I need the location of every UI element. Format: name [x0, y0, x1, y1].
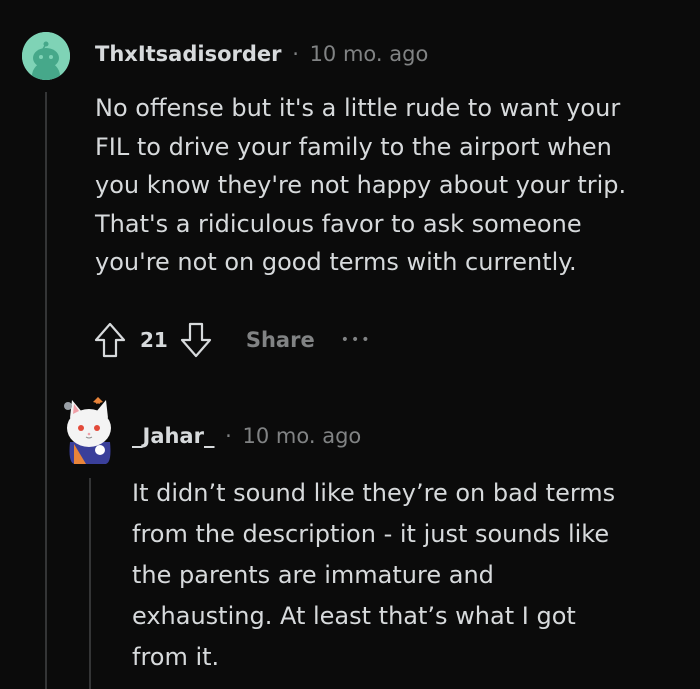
comment-meta: _Jahar_ · 10 mo. ago	[132, 424, 361, 448]
cat-avatar-icon	[64, 397, 111, 464]
comment-body-line: That's a ridiculous favor to ask someone	[95, 209, 582, 238]
username-link[interactable]: _Jahar_	[132, 424, 214, 448]
vote-score: 21	[140, 328, 168, 352]
meta-separator: ·	[225, 424, 232, 448]
comment-body: No offense but it's a little rude to wan…	[95, 89, 685, 282]
thread-line-level-1[interactable]	[45, 92, 47, 689]
snoo-avatar-icon	[22, 32, 70, 80]
comment-body-line: No offense but it's a little rude to wan…	[95, 94, 621, 122]
comment-actions: 21 Share •••	[90, 318, 371, 362]
comment-body-line: from it.	[132, 643, 220, 671]
comment-body-line: you're not on good terms with currently.	[95, 248, 577, 276]
username-link[interactable]: ThxItsadisorder	[95, 42, 282, 66]
thread-line-level-2[interactable]	[89, 478, 91, 689]
timestamp[interactable]: 10 mo. ago	[310, 42, 429, 66]
timestamp[interactable]: 10 mo. ago	[243, 424, 362, 448]
downvote-icon[interactable]	[176, 318, 216, 362]
comment-body-line: FIL to drive your family to the airport …	[95, 132, 612, 161]
share-button[interactable]: Share	[246, 328, 315, 352]
user-avatar[interactable]	[22, 32, 70, 80]
comment-body-line: exhausting. At least that’s what I got	[132, 602, 576, 630]
meta-separator: ·	[292, 42, 299, 66]
user-avatar[interactable]	[60, 392, 118, 464]
comment-body: It didn’t sound like they’re on bad term…	[132, 473, 687, 678]
comment-meta: ThxItsadisorder · 10 mo. ago	[95, 42, 428, 66]
upvote-icon[interactable]	[90, 318, 130, 362]
comment-body-line: from the description - it just sounds li…	[132, 520, 610, 548]
comment-body-line: you know they're not happy about your tr…	[95, 171, 627, 199]
comment-body-line: the parents are immature and	[132, 561, 494, 589]
more-options-button[interactable]: •••	[341, 332, 372, 348]
comment-body-line: It didn’t sound like they’re on bad term…	[132, 479, 616, 507]
